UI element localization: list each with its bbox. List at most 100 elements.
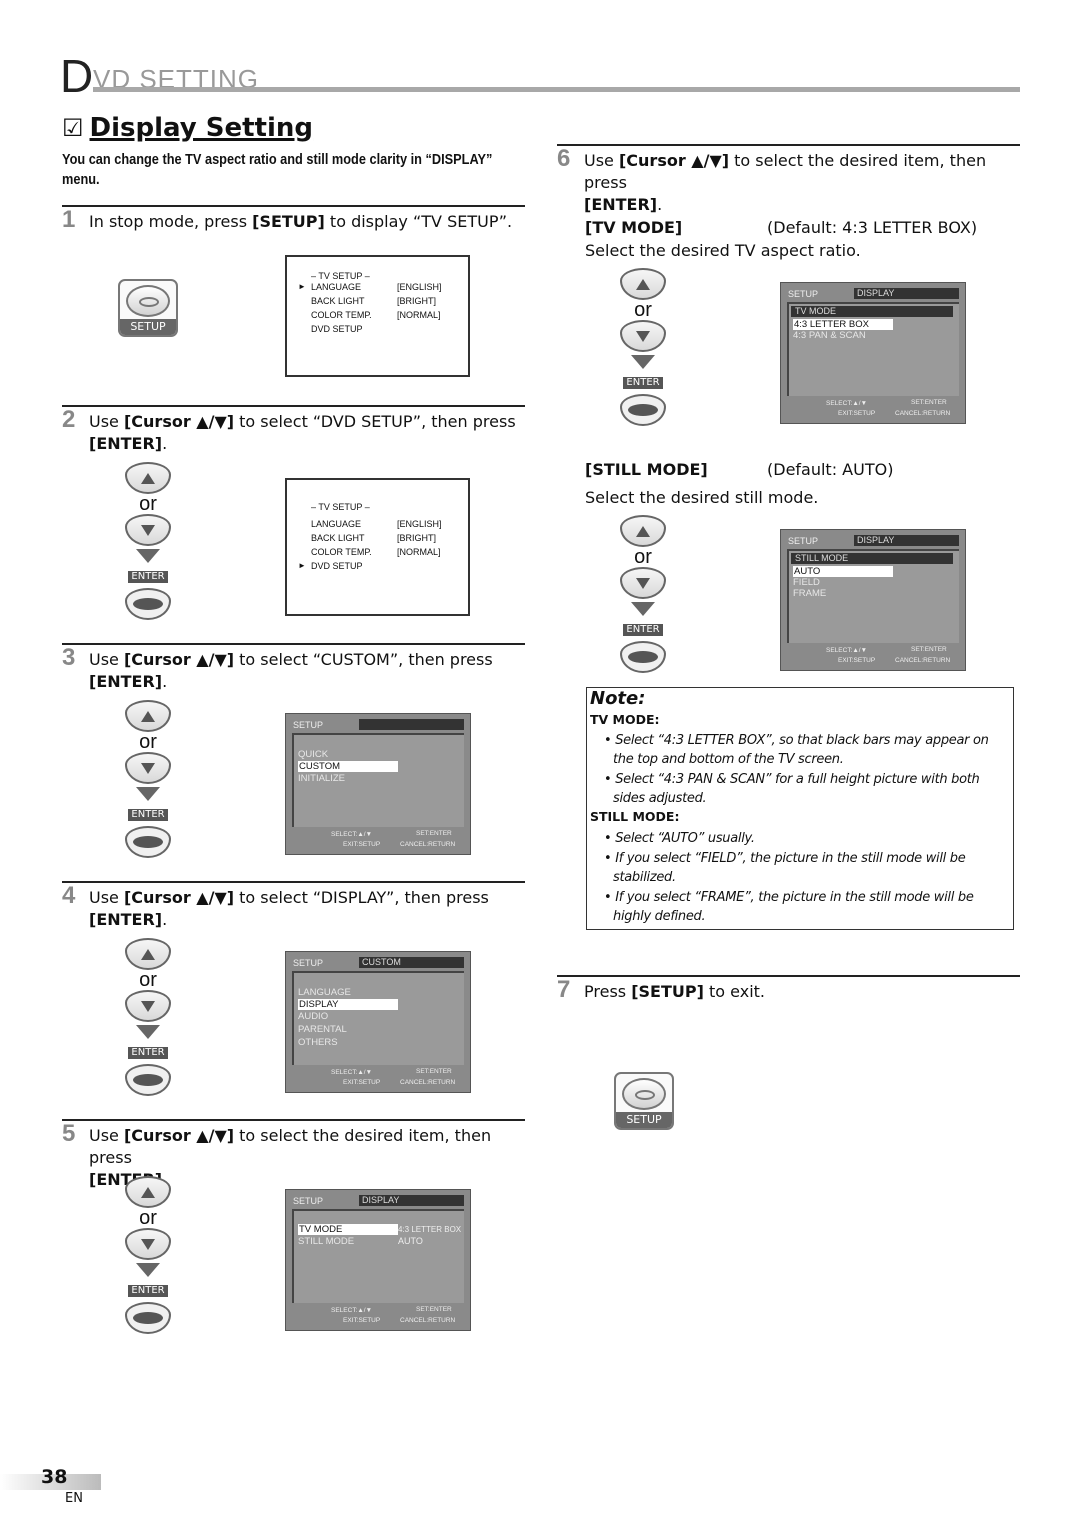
step-key: [ENTER] <box>89 434 163 453</box>
checkbox-icon: ☑ <box>62 114 84 142</box>
or-label: or <box>634 299 652 321</box>
header-rule <box>93 87 1020 92</box>
step-key: [Cursor ▲/▼] <box>123 1126 235 1145</box>
step-divider <box>62 1119 525 1121</box>
section-title-text: Display Setting <box>89 113 314 143</box>
tv-mode-default: (Default: 4:3 LETTER BOX) <box>767 218 978 237</box>
remote-cursor-enter: or ENTER <box>618 515 668 673</box>
down-arrow-icon <box>631 355 655 369</box>
step-5: 5 Use [Cursor ▲/▼] to select the desired… <box>62 1120 532 1190</box>
step-key: [ENTER] <box>89 672 163 691</box>
step-number: 7 <box>557 976 571 1003</box>
remote-cursor-enter: or ENTER <box>123 700 173 858</box>
cursor-up-button <box>620 515 666 547</box>
step-divider <box>62 881 525 883</box>
step-key: [SETUP] <box>631 982 704 1001</box>
setup-button-icon: SETUP <box>118 279 178 337</box>
enter-button <box>125 588 171 620</box>
step-2: 2 Use [Cursor ▲/▼] to select “DVD SETUP”… <box>62 406 516 454</box>
osd-item: LANGUAGE <box>298 987 351 998</box>
osd-footer: EXIT:SETUP <box>343 1079 381 1086</box>
enter-label: ENTER <box>623 377 663 389</box>
note-heading: TV MODE: <box>590 712 660 727</box>
down-arrow-icon <box>631 602 655 616</box>
up-arrow-icon <box>141 472 155 484</box>
remote-cursor-enter: or ENTER <box>123 462 173 620</box>
menu-row: ► DVD SETUP <box>298 561 363 571</box>
bowl-icon <box>622 1078 666 1110</box>
osd-title: SETUP <box>293 1196 324 1206</box>
step-number: 5 <box>62 1120 76 1147</box>
still-mode-desc: Select the desired still mode. <box>585 488 819 507</box>
cursor-up-button <box>620 268 666 300</box>
cursor-down-button <box>125 990 171 1022</box>
down-arrow-icon <box>136 787 160 801</box>
bowl-icon <box>126 285 170 317</box>
section-intro: You can change the TV aspect ratio and s… <box>62 152 493 188</box>
osd-footer: EXIT:SETUP <box>838 410 876 417</box>
down-arrow-icon <box>141 1238 155 1250</box>
enter-label: ENTER <box>128 571 168 583</box>
step-key: [ENTER] <box>89 910 163 929</box>
tv-setup-title: – TV SETUP – <box>311 502 370 512</box>
osd-item: FIELD <box>793 577 820 588</box>
osd-footer: EXIT:SETUP <box>343 1317 381 1324</box>
down-arrow-icon <box>136 1263 160 1277</box>
step-text: Use <box>89 650 124 669</box>
osd-footer: SET:ENTER <box>416 1068 452 1075</box>
step-number: 2 <box>62 406 76 433</box>
osd-item-selected: CUSTOM <box>298 761 398 772</box>
cursor-up-button <box>125 700 171 732</box>
osd-item-value: 4:3 LETTER BOX <box>398 1225 462 1234</box>
note-bullet: • If you select “FRAME”, the picture in … <box>604 890 974 924</box>
up-arrow-icon <box>636 525 650 537</box>
osd-footer: SELECT:▲/▼ <box>331 1069 373 1076</box>
menu-row: BACK LIGHT [BRIGHT] <box>311 533 437 543</box>
step-text: to display “TV SETUP”. <box>324 212 513 231</box>
note-bullet: • Select “4:3 PAN & SCAN” for a full hei… <box>604 772 980 806</box>
menu-row: COLOR TEMP. [NORMAL] <box>311 310 441 320</box>
step-number: 1 <box>62 206 76 233</box>
osd-tv-mode-screen: SETUP DISPLAY TV MODE 4:3 LETTER BOX 4:3… <box>780 282 966 424</box>
osd-tab: DISPLAY <box>854 288 959 299</box>
chapter-header: D VD SETTING <box>60 50 1020 102</box>
step-number: 3 <box>62 644 76 671</box>
note-title: Note: <box>590 688 646 709</box>
down-arrow-icon <box>636 330 650 342</box>
step-key: [SETUP] <box>252 212 325 231</box>
step-key: [Cursor ▲/▼] <box>123 888 235 907</box>
section-title: ☑ Display Setting <box>62 113 313 143</box>
step-key: [Cursor ▲/▼] <box>123 412 235 431</box>
chapter-initial: D <box>60 50 94 102</box>
osd-submenu-title: TV MODE <box>791 306 953 317</box>
page-number: 38 <box>41 1466 68 1488</box>
down-arrow-icon <box>136 549 160 563</box>
up-arrow-icon <box>141 948 155 960</box>
osd-footer: SET:ENTER <box>911 399 947 406</box>
tv-setup-screen-1: – TV SETUP – ► LANGUAGE [ENGLISH] BACK LIG… <box>285 255 470 377</box>
osd-title: SETUP <box>293 958 324 968</box>
osd-footer: SET:ENTER <box>911 646 947 653</box>
cursor-down-button <box>125 514 171 546</box>
or-label: or <box>634 546 652 568</box>
step-6: 6 Use [Cursor ▲/▼] to select the desired… <box>557 145 987 215</box>
osd-footer: CANCEL:RETURN <box>400 1079 456 1086</box>
step-text: Use <box>89 1126 124 1145</box>
remote-cursor-enter: or ENTER <box>123 938 173 1096</box>
tv-mode-desc: Select the desired TV aspect ratio. <box>585 241 861 260</box>
step-text: to exit. <box>703 982 765 1001</box>
or-label: or <box>139 1207 157 1229</box>
osd-item: 4:3 PAN & SCAN <box>793 330 866 341</box>
or-label: or <box>139 969 157 991</box>
still-mode-default: (Default: AUTO) <box>767 460 894 479</box>
cursor-down-button <box>620 567 666 599</box>
osd-item-value: AUTO <box>398 1236 423 1246</box>
step-text: Use <box>584 151 619 170</box>
remote-cursor-enter: or ENTER <box>618 268 668 426</box>
osd-item: INITIALIZE <box>298 773 345 784</box>
enter-label: ENTER <box>128 1047 168 1059</box>
osd-item: AUDIO <box>298 1011 329 1022</box>
or-label: or <box>139 493 157 515</box>
step-text: Press <box>584 982 632 1001</box>
down-arrow-icon <box>141 524 155 536</box>
